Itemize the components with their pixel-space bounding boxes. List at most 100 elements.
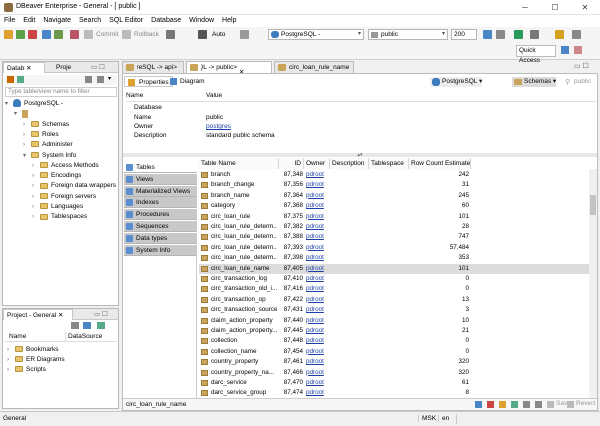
col-header-id[interactable]: ID <box>279 158 304 169</box>
table-row[interactable]: circ_loan_rule_determ... 87,382 pdroot 28 <box>199 222 589 232</box>
tab-projects[interactable]: Proje <box>53 62 74 73</box>
cell-owner[interactable]: pdroot <box>306 357 330 367</box>
editor-tab-public[interactable]: <PostgreSQL -> public ✕ <box>186 61 272 76</box>
col-datasource-header[interactable]: DataSource <box>65 332 102 342</box>
lock-icon[interactable] <box>555 30 564 39</box>
col-name-header[interactable]: Name <box>9 332 26 342</box>
tools-icon[interactable] <box>496 30 505 39</box>
rollback-button[interactable]: Rollback <box>134 31 159 38</box>
cell-owner[interactable]: pdroot <box>306 264 330 274</box>
table-row[interactable]: collection 87,448 pdroot 0 <box>199 336 589 346</box>
nav-item[interactable]: › Foreign data wrappers <box>32 181 116 191</box>
cell-owner[interactable]: pdroot <box>306 222 330 232</box>
cell-owner[interactable]: pdroot <box>306 212 330 222</box>
transaction-mode-icon[interactable] <box>166 30 175 39</box>
result-limit-input[interactable]: 200 <box>451 29 477 40</box>
delete-icon[interactable] <box>487 401 494 408</box>
col-header-description[interactable]: Description <box>330 158 369 169</box>
settings-icon[interactable] <box>71 322 79 329</box>
prop-value-description[interactable]: standard public schema <box>206 132 275 139</box>
auto-commit-label[interactable]: Auto <box>212 31 225 38</box>
tab-properties[interactable]: Properties <box>124 76 173 87</box>
editor-tab-circ-loan-rule-name[interactable]: circ_loan_rule_name <box>274 61 354 73</box>
search-icon[interactable] <box>483 30 492 39</box>
scrollbar-thumb[interactable] <box>590 195 596 215</box>
quick-access-input[interactable]: Quick Access <box>516 45 556 64</box>
refresh-icon[interactable] <box>85 76 92 83</box>
perspective-icon[interactable] <box>561 46 569 54</box>
table-row[interactable]: claim_action_property... 87,445 pdroot 21 <box>199 326 589 336</box>
menu-edit[interactable]: Edit <box>19 15 39 27</box>
menu-navigate[interactable]: Navigate <box>39 15 75 27</box>
table-row[interactable]: category 87,368 pdroot 60 <box>199 201 589 211</box>
table-row[interactable]: circ_loan_rule_name 87,405 pdroot 101 <box>199 263 589 274</box>
table-row[interactable]: branch_change 87,356 pdroot 31 <box>199 180 589 190</box>
chevron-right-icon[interactable]: › <box>32 202 40 212</box>
object-type-materialized-views[interactable]: Materialized Views <box>124 185 197 197</box>
table-row[interactable]: branch 87,348 pdroot 242 <box>199 170 589 180</box>
table-row[interactable]: circ_transaction_log 87,410 pdroot 0 <box>199 274 589 284</box>
nav-item[interactable]: ▾ System Info <box>23 151 76 161</box>
refresh-icon[interactable] <box>511 401 518 408</box>
object-type-indexes[interactable]: Indexes <box>124 197 197 209</box>
chevron-right-icon[interactable]: › <box>32 212 40 222</box>
nav-item[interactable]: › Tablespaces <box>32 212 87 222</box>
object-type-data-types[interactable]: Data types <box>124 232 197 244</box>
menu-file[interactable]: File <box>0 15 19 27</box>
revert-button[interactable]: Revert <box>567 400 595 408</box>
table-row[interactable]: claim_action_property 87,440 pdroot 10 <box>199 316 589 326</box>
menu-help[interactable]: Help <box>218 15 240 27</box>
auto-commit-icon[interactable] <box>198 30 207 39</box>
tab-project-general[interactable]: Project - General ✕ <box>3 309 73 320</box>
menu-icon[interactable]: ▾ <box>108 75 111 82</box>
nav-item[interactable]: › Schemas <box>23 120 69 130</box>
object-type-tables[interactable]: Tables <box>124 162 197 173</box>
link-icon[interactable] <box>83 322 91 329</box>
object-type-sequences[interactable]: Sequences <box>124 221 197 232</box>
col-header-row-count[interactable]: Row Count Estimate <box>409 158 471 169</box>
commit-button[interactable]: Commit <box>96 31 118 38</box>
table-row[interactable]: circ_loan_rule_determ... 87,388 pdroot 747 <box>199 232 589 242</box>
table-row[interactable]: circ_loan_rule 87,375 pdroot 101 <box>199 212 589 222</box>
table-row[interactable]: branch_name 87,364 pdroot 245 <box>199 191 589 201</box>
transaction-icon[interactable] <box>70 30 79 39</box>
cell-owner[interactable]: pdroot <box>306 295 330 305</box>
cell-owner[interactable]: pdroot <box>306 378 330 388</box>
col-header-owner[interactable]: Owner <box>304 158 330 169</box>
schema-select[interactable]: public ▾ <box>368 29 448 40</box>
menu-database[interactable]: Database <box>147 15 185 27</box>
table-row[interactable]: circ_loan_rule_determ... 87,393 pdroot 57,4… <box>199 243 589 253</box>
table-row[interactable]: collection_name 87,454 pdroot 0 <box>199 347 589 357</box>
object-type-views[interactable]: Views <box>124 173 197 185</box>
project-item-er-diagrams[interactable]: › ER Diagrams <box>7 355 65 365</box>
table-row[interactable]: circ_transaction_op 87,422 pdroot 13 <box>199 295 589 305</box>
chevron-right-icon[interactable]: › <box>32 171 40 181</box>
owner-link[interactable]: postgres <box>206 123 231 130</box>
object-type-procedures[interactable]: Procedures <box>124 209 197 221</box>
run-icon[interactable] <box>514 30 523 39</box>
minimize-panel-icon[interactable]: ▭ ☐ <box>91 309 111 320</box>
cell-owner[interactable]: pdroot <box>306 316 330 326</box>
nav-item[interactable]: ▾ PostgreSQL - <box>5 99 63 109</box>
config-icon[interactable] <box>535 401 542 408</box>
add-icon[interactable] <box>475 401 482 408</box>
refresh-icon[interactable] <box>97 322 105 329</box>
compare-icon[interactable] <box>523 401 530 408</box>
cell-owner[interactable]: pdroot <box>306 336 330 346</box>
schemas-breadcrumb[interactable]: Schemas ▾ <box>512 77 557 87</box>
disconnect-icon[interactable] <box>28 30 37 39</box>
menu-search[interactable]: Search <box>75 15 105 27</box>
filter-icon[interactable] <box>499 401 506 408</box>
rollback-icon[interactable] <box>122 30 131 39</box>
filter-icon[interactable] <box>97 76 104 83</box>
table-row[interactable]: country_property 87,461 pdroot 320 <box>199 357 589 367</box>
editor-tab-api[interactable]: <PostgreSQL -> api <box>122 61 184 73</box>
connection-select[interactable]: PostgreSQL - ▾ <box>268 29 364 40</box>
tab-database-navigator[interactable]: Datab ✕ <box>3 62 45 73</box>
chevron-down-icon[interactable]: ▾ <box>5 99 13 109</box>
cell-owner[interactable]: pdroot <box>306 170 330 180</box>
cell-owner[interactable]: pdroot <box>306 180 330 190</box>
perspective-db-icon[interactable] <box>574 46 582 54</box>
cell-owner[interactable]: pdroot <box>306 232 330 242</box>
cell-owner[interactable]: pdroot <box>306 347 330 357</box>
